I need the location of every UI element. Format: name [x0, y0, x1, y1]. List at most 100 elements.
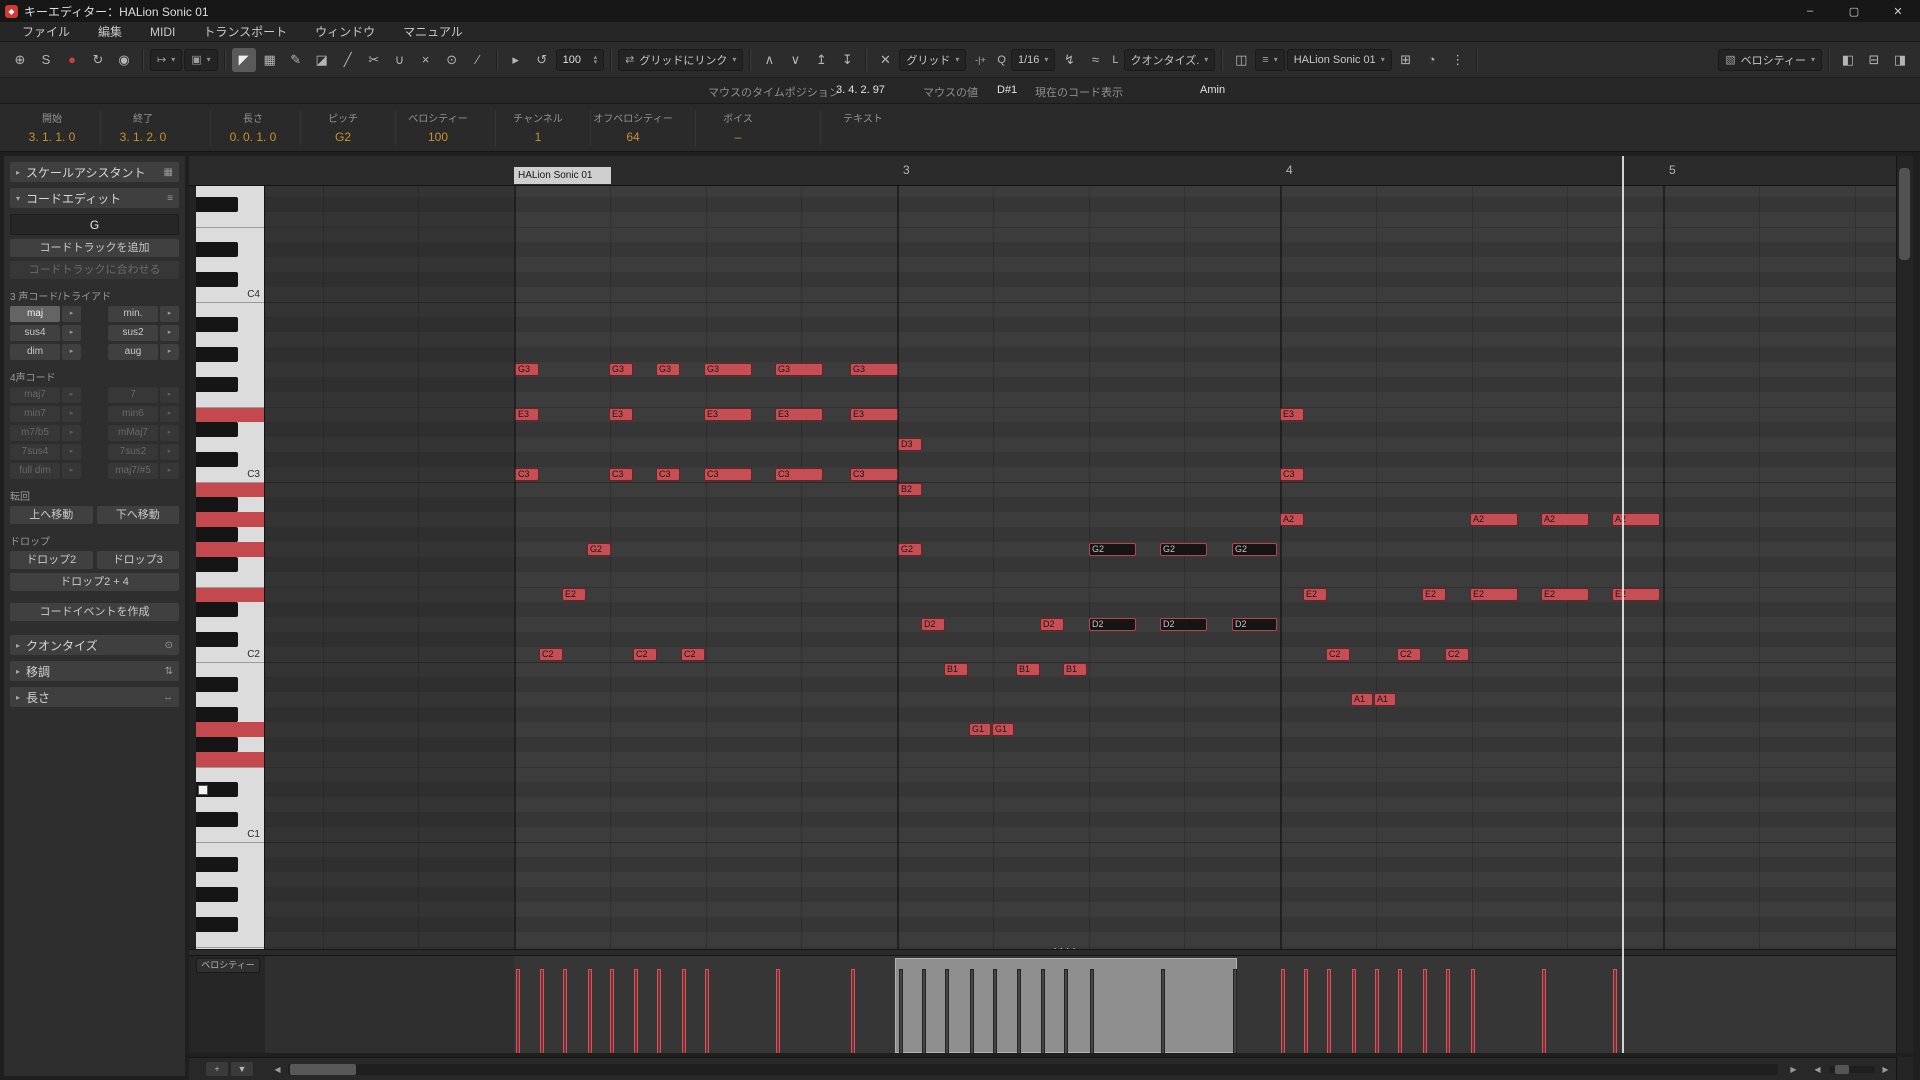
piano-key-black[interactable]	[196, 737, 238, 752]
infoline-field-4[interactable]: ベロシティー100	[395, 110, 480, 146]
midi-note-G2[interactable]: G2	[1089, 543, 1136, 556]
midi-note-A2[interactable]: A2	[1541, 513, 1589, 526]
more-options-icon[interactable]: ⋮	[1446, 48, 1470, 72]
chord-type-maj7[interactable]: maj7	[10, 387, 60, 403]
velocity-bar[interactable]	[945, 969, 949, 1053]
midi-note-C3[interactable]: C3	[1280, 468, 1304, 481]
midi-note-E2[interactable]: E2	[562, 588, 586, 601]
midi-note-E3[interactable]: E3	[609, 408, 633, 421]
chord-variant-arrow-icon[interactable]: ▸	[160, 406, 179, 422]
match-chord-track-button[interactable]: コードトラックに合わせる	[10, 261, 179, 279]
add-controller-lane-button[interactable]: +	[206, 1062, 228, 1076]
chord-type-sus4[interactable]: sus4	[10, 325, 60, 341]
velocity-bar[interactable]	[634, 969, 638, 1053]
midi-note-G3[interactable]: G3	[850, 363, 898, 376]
chord-type-dim[interactable]: dim	[10, 344, 60, 360]
tool-draw-icon[interactable]: ✎	[284, 48, 308, 72]
chord-type-7sus2[interactable]: 7sus2	[108, 444, 158, 460]
drop-button[interactable]: ドロップ2	[10, 551, 93, 569]
velocity-bar[interactable]	[1017, 969, 1021, 1053]
piano-key-black[interactable]	[196, 557, 238, 572]
grid-link-dropdown[interactable]: ⇄グリッドにリンク▾	[618, 49, 743, 71]
piano-key-black[interactable]	[196, 602, 238, 617]
right-zone-toggle-icon[interactable]: ◨	[1888, 48, 1912, 72]
piano-key-black[interactable]	[196, 317, 238, 332]
tool-range-icon[interactable]: ▦	[258, 48, 282, 72]
midi-note-A2[interactable]: A2	[1612, 513, 1660, 526]
chord-type-min6[interactable]: min6	[108, 406, 158, 422]
piano-key-black[interactable]	[196, 452, 238, 467]
add-chord-track-button[interactable]: コードトラックを追加	[10, 239, 179, 257]
tool-select-icon[interactable]: ◤	[232, 48, 256, 72]
menu-item-編集[interactable]: 編集	[86, 22, 134, 41]
velocity-bar[interactable]	[970, 969, 974, 1053]
chord-type-full dim[interactable]: full dim	[10, 463, 60, 479]
timeline-ruler[interactable]: 345	[189, 156, 1896, 186]
velocity-bar[interactable]	[1542, 969, 1546, 1053]
velocity-bar[interactable]	[682, 969, 686, 1053]
midi-note-C3[interactable]: C3	[656, 468, 680, 481]
chord-variant-arrow-icon[interactable]: ▸	[62, 463, 81, 479]
velocity-bar[interactable]	[776, 969, 780, 1053]
autoscroll-button[interactable]: ↦▾	[150, 49, 182, 71]
tool-line-icon[interactable]: ∕	[466, 48, 490, 72]
tool-erase-icon[interactable]: ◪	[310, 48, 334, 72]
velocity-bar[interactable]	[899, 969, 903, 1053]
zoom-in-icon[interactable]: ▶	[1878, 1063, 1893, 1076]
independent-track-loop-icon[interactable]: ◔	[1420, 48, 1444, 72]
close-button[interactable]: ✕	[1876, 0, 1920, 22]
midi-note-B1[interactable]: B1	[1063, 663, 1087, 676]
chord-variant-arrow-icon[interactable]: ▸	[62, 406, 81, 422]
midi-note-C2[interactable]: C2	[681, 648, 705, 661]
midi-note-E2[interactable]: E2	[1612, 588, 1660, 601]
inspector-section-chord-edit[interactable]: ▾コードエディット≡	[10, 188, 179, 208]
apply-quantize-icon[interactable]: ↯	[1057, 48, 1081, 72]
chord-type-aug[interactable]: aug	[108, 344, 158, 360]
chord-variant-arrow-icon[interactable]: ▸	[160, 444, 179, 460]
midi-note-E3[interactable]: E3	[1280, 408, 1304, 421]
chord-variant-arrow-icon[interactable]: ▸	[160, 344, 179, 360]
midi-note-D2[interactable]: D2	[1160, 618, 1207, 631]
piano-key-black[interactable]	[196, 857, 238, 872]
scroll-right-icon[interactable]: ▶	[1786, 1063, 1801, 1076]
midi-note-D2[interactable]: D2	[921, 618, 945, 631]
solo-editor-icon[interactable]: S	[34, 48, 58, 72]
velocity-bar[interactable]	[657, 969, 661, 1053]
velocity-bar[interactable]	[1064, 969, 1068, 1053]
midi-note-C3[interactable]: C3	[704, 468, 752, 481]
midi-note-B1[interactable]: B1	[944, 663, 968, 676]
chord-variant-arrow-icon[interactable]: ▸	[62, 344, 81, 360]
audition-loop-icon[interactable]: ↺	[530, 48, 554, 72]
playhead-cursor[interactable]	[1622, 156, 1624, 1053]
midi-note-E2[interactable]: E2	[1303, 588, 1327, 601]
midi-note-G3[interactable]: G3	[515, 363, 539, 376]
infoline-field-5[interactable]: チャンネル1	[495, 110, 580, 146]
piano-key-black[interactable]	[196, 917, 238, 932]
velocity-bar[interactable]	[516, 969, 520, 1053]
midi-note-G1[interactable]: G1	[992, 723, 1014, 736]
midi-note-E3[interactable]: E3	[515, 408, 539, 421]
velocity-bar[interactable]	[922, 969, 926, 1053]
velocity-bar[interactable]	[1090, 969, 1094, 1053]
midi-note-D2[interactable]: D2	[1232, 618, 1277, 631]
chord-variant-arrow-icon[interactable]: ▸	[160, 325, 179, 341]
piano-key-black[interactable]	[196, 422, 238, 437]
move-down-icon[interactable]: ∨	[783, 48, 807, 72]
midi-note-C3[interactable]: C3	[515, 468, 539, 481]
menu-item-マニュアル[interactable]: マニュアル	[391, 22, 475, 41]
iterative-quantize-icon[interactable]: ≈	[1083, 48, 1107, 72]
infoline-field-7[interactable]: ボイス–	[695, 110, 780, 146]
move-up-octave-icon[interactable]: ↥	[809, 48, 833, 72]
piano-key-black[interactable]	[196, 272, 238, 287]
inspector-section-scale-assistant[interactable]: ▸スケールアシスタント▦	[10, 162, 179, 182]
note-grid[interactable]: G3G3G3G3G3G3E3E3E3E3E3E3D3C3C3C3C3C3C3C3…	[265, 186, 1896, 949]
velocity-bar[interactable]	[1446, 969, 1450, 1053]
velocity-bar[interactable]	[1423, 969, 1427, 1053]
midi-note-D2[interactable]: D2	[1040, 618, 1064, 631]
event-colors-dropdown[interactable]: ▧ベロシティー▾	[1718, 49, 1822, 71]
create-chord-event-button[interactable]: コードイベントを作成	[10, 603, 179, 621]
move-down-octave-icon[interactable]: ↧	[835, 48, 859, 72]
scroll-left-icon[interactable]: ◀	[270, 1063, 285, 1076]
inspector-section-quantize[interactable]: ▸クオンタイズ⊙	[10, 635, 179, 655]
chord-type-7sus4[interactable]: 7sus4	[10, 444, 60, 460]
